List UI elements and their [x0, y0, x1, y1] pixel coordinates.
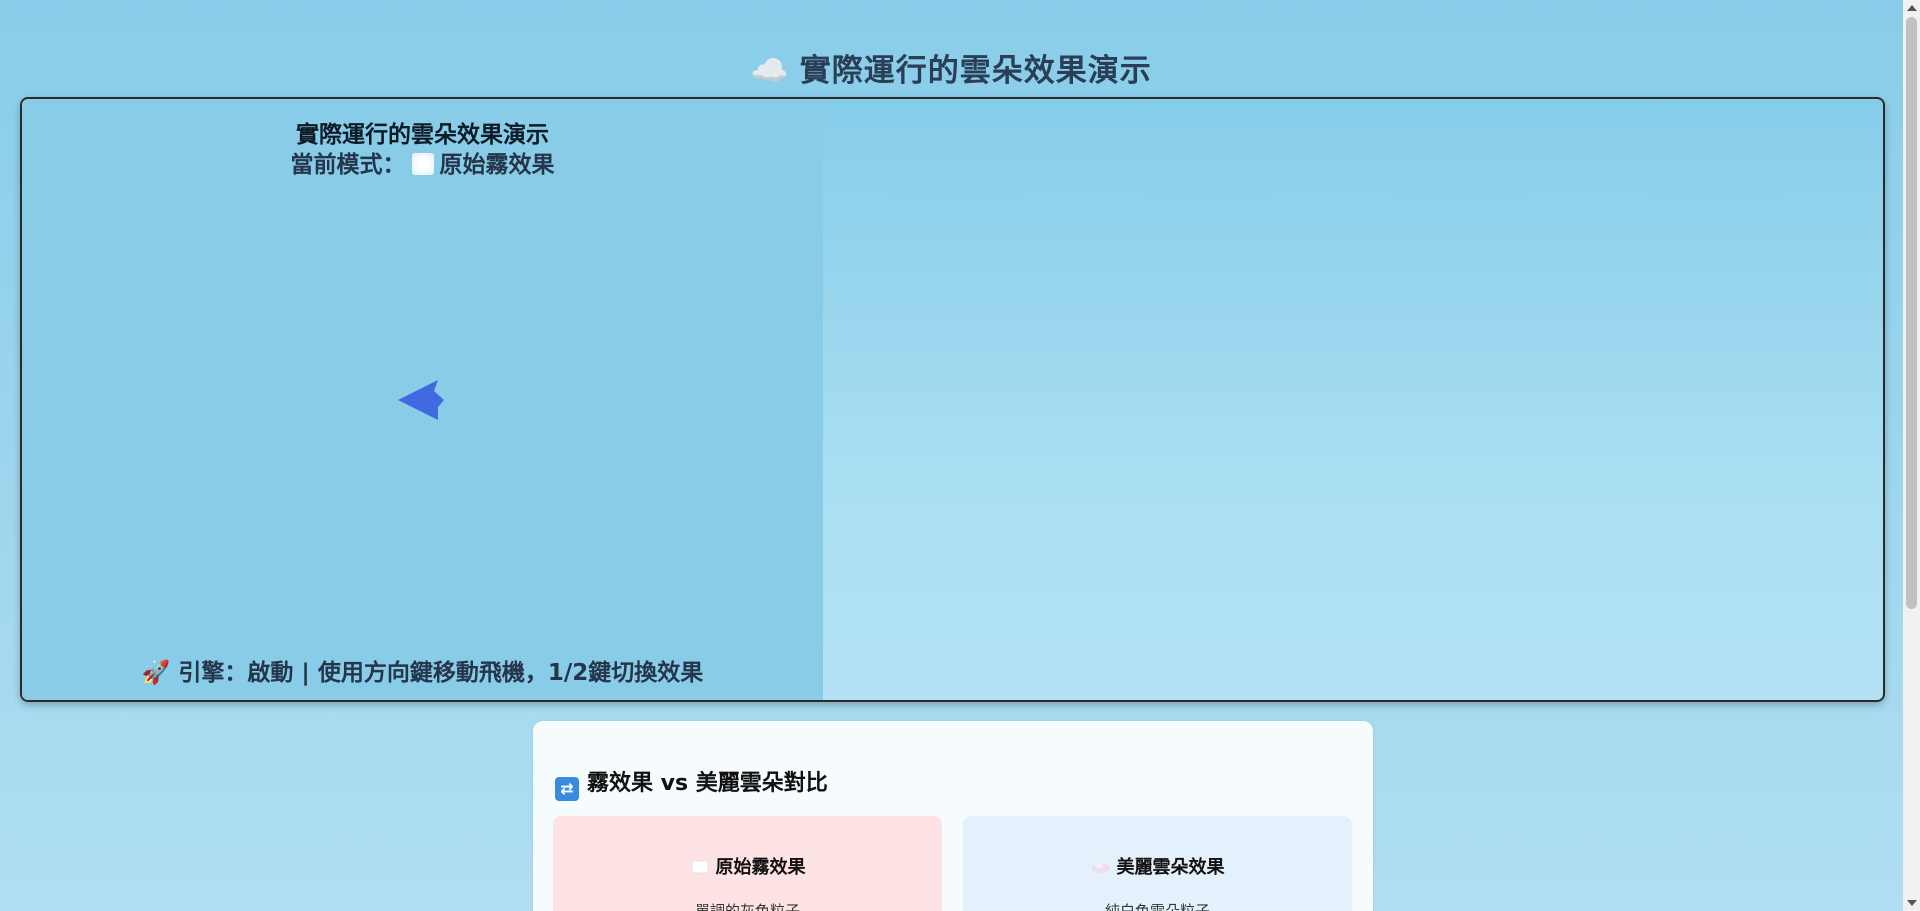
scroll-down-icon[interactable]: [1907, 900, 1917, 906]
hud-status: 🚀 引擎：啟動 | 使用方向鍵移動飛機，1/2鍵切換效果: [22, 653, 823, 687]
canvas-render-area: 實際運行的雲朵效果演示 當前模式： 原始霧效果 🚀 引擎：啟動 | 使用方向鍵移動…: [22, 99, 823, 700]
mode-value: 原始霧效果: [439, 152, 555, 178]
comparison-heading: ⇄ 霧效果 vs 美麗雲朵對比: [555, 765, 828, 801]
comparison-panel: ⇄ 霧效果 vs 美麗雲朵對比 原始霧效果 單調的灰色粒子 美麗雲朵效果 純白色雲…: [533, 721, 1373, 911]
cloud-icon: ☁️: [750, 53, 790, 89]
hud-title: 實際運行的雲朵效果演示: [296, 122, 549, 148]
fog-card-title: 原始霧效果: [553, 853, 942, 879]
page-title: ☁️ 實際運行的雲朵效果演示: [0, 45, 1902, 90]
airplane-sprite: [398, 379, 444, 425]
airplane-icon: [398, 380, 444, 420]
fog-icon: [411, 153, 434, 175]
fog-icon: [691, 860, 708, 874]
swap-icon: ⇄: [555, 777, 579, 801]
scroll-up-icon[interactable]: [1907, 5, 1917, 11]
fog-card-description: 單調的灰色粒子: [694, 902, 800, 911]
cloud-effect-card: 美麗雲朵效果 純白色雲朵粒子: [963, 816, 1352, 911]
page-title-text: 實際運行的雲朵效果演示: [799, 53, 1152, 89]
vertical-scrollbar[interactable]: [1903, 0, 1920, 911]
scroll-thumb[interactable]: [1906, 17, 1917, 609]
game-canvas[interactable]: 實際運行的雲朵效果演示 當前模式： 原始霧效果 🚀 引擎：啟動 | 使用方向鍵移動…: [20, 97, 1885, 702]
cloud-icon: [1091, 861, 1110, 873]
mode-label: 當前模式：: [290, 152, 406, 178]
comparison-heading-text: 霧效果 vs 美麗雲朵對比: [587, 771, 828, 796]
cloud-card-description: 純白色雲朵粒子: [1104, 902, 1210, 911]
fog-card-title-text: 原始霧效果: [715, 857, 806, 878]
cloud-card-title-text: 美麗雲朵效果: [1116, 857, 1225, 878]
hud-mode: 當前模式： 原始霧效果: [22, 145, 823, 179]
hud-status-text: 引擎：啟動 | 使用方向鍵移動飛機，1/2鍵切換效果: [178, 660, 704, 686]
cloud-card-title: 美麗雲朵效果: [963, 853, 1352, 879]
rocket-icon: 🚀: [141, 660, 171, 686]
fog-effect-card: 原始霧效果 單調的灰色粒子: [553, 816, 942, 911]
